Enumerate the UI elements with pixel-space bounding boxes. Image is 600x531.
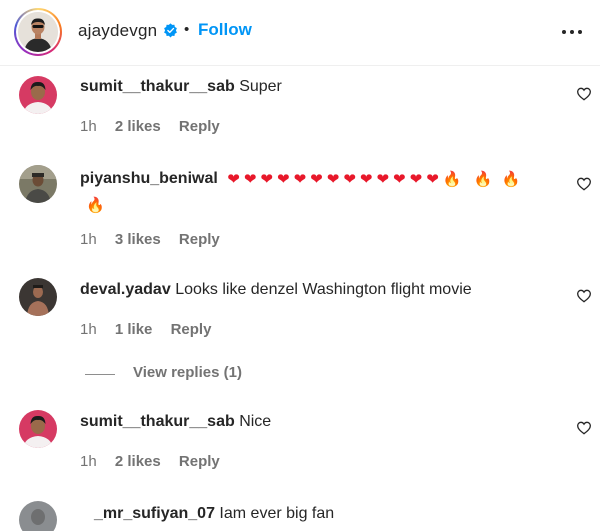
reply-button[interactable]: Reply [179,453,220,470]
heart-emoji: ❤ [277,171,290,188]
follow-button[interactable]: Follow [198,20,252,40]
comment-body: Looks like denzel Washington flight movi… [175,281,472,298]
reply-button[interactable]: Reply [171,321,212,338]
comment-likes[interactable]: 3 likes [115,231,161,248]
heart-like-icon[interactable] [576,420,592,436]
heart-emoji: ❤ [343,171,356,188]
comment-text: sumit__thakur__sab Nice [80,410,550,434]
commenter-avatar[interactable] [19,278,57,316]
heart-emoji: ❤ [227,171,240,188]
heart-emoji: ❤ [409,171,423,188]
heart-emoji: ❤ [393,171,406,188]
heart-emoji: ❤ [310,171,323,188]
heart-emoji: ❤ [260,171,273,188]
comment-text: deval.yadav Looks like denzel Washington… [80,278,550,302]
comment-body: Super [239,78,282,95]
heart-emoji: ❤ [359,171,373,188]
comment-meta: 1h 3 likes Reply [80,231,234,248]
comment-username[interactable]: deval.yadav [80,281,171,298]
reply-button[interactable]: Reply [179,231,220,248]
reply-button[interactable]: Reply [179,118,220,135]
comment-time[interactable]: 1h [80,453,97,470]
fire-emoji: 🔥 [442,171,462,188]
comment-text: _mr_sufiyan_07 Iam ever big fan [80,502,550,526]
fire-emoji: 🔥 [86,197,105,214]
commenter-avatar[interactable] [19,76,57,114]
comment-username[interactable]: sumit__thakur__sab [80,78,235,95]
commenter-avatar[interactable] [19,410,57,448]
fire-emoji: 🔥 [501,171,521,188]
comment-meta: 1h 1 like Reply [80,321,225,338]
comments-list[interactable]: sumit__thakur__sab Super 1h 2 likes Repl… [0,67,600,531]
heart-emoji: ❤ [376,171,390,188]
heart-like-icon[interactable] [576,176,592,192]
comment-meta: 1h 2 likes Reply [80,118,234,135]
comment-username[interactable]: _mr_sufiyan_07 [94,505,215,522]
commenter-avatar[interactable] [19,501,57,531]
separator-dot: • [184,21,190,38]
heart-emoji: ❤ [426,171,439,188]
comment-likes[interactable]: 1 like [115,321,153,338]
view-replies-label: View replies (1) [133,364,242,381]
comment-text: piyanshu_beniwal ❤ ❤ ❤ ❤ ❤ ❤ ❤ ❤ ❤ ❤ ❤ ❤ ❤ 🔥 🔥 🔥🔥 [80,166,550,218]
author-username[interactable]: ajaydevgn [78,21,157,41]
heart-like-icon[interactable] [576,86,592,102]
heart-emoji: ❤ [326,171,340,188]
verified-badge-icon [164,23,177,38]
comment-likes[interactable]: 2 likes [115,453,161,470]
comment-meta: 1h 2 likes Reply [80,453,234,470]
comment-time[interactable]: 1h [80,231,97,248]
comment-text: sumit__thakur__sab Super [80,75,550,99]
heart-emoji: ❤ [243,171,257,188]
heart-like-icon[interactable] [576,288,592,304]
comment-username[interactable]: piyanshu_beniwal [80,170,218,187]
replies-divider [85,374,115,375]
comment-body: Nice [239,413,272,430]
author-avatar[interactable] [14,8,62,56]
comment-time[interactable]: 1h [80,321,97,338]
heart-emoji: ❤ [293,171,307,188]
comment-username[interactable]: sumit__thakur__sab [80,413,235,430]
fire-emoji: 🔥 [473,171,493,188]
comment-time[interactable]: 1h [80,118,97,135]
more-options-icon[interactable] [560,22,584,42]
post-header: ajaydevgn • Follow [0,0,600,66]
commenter-avatar[interactable] [19,165,57,203]
comment-body: Iam ever big fan [219,505,335,522]
comment-likes[interactable]: 2 likes [115,118,161,135]
